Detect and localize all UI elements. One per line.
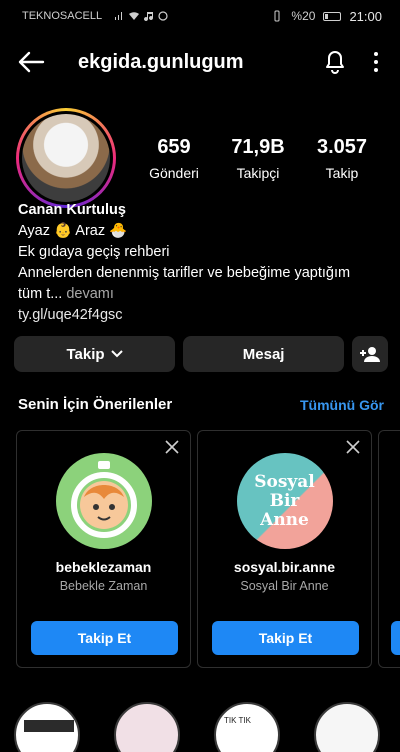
highlight-cover bbox=[24, 720, 74, 732]
suggestion-username[interactable]: sosyal.bir.anne bbox=[198, 559, 371, 575]
suggest-people-button[interactable] bbox=[352, 336, 388, 372]
profile-stats: 659 Gönderi 71,9B Takipçi 3.057 Takip bbox=[134, 136, 386, 181]
stat-following[interactable]: 3.057 Takip bbox=[302, 136, 382, 181]
arrow-left-icon bbox=[18, 51, 45, 73]
top-nav: ekgida.gunlugum bbox=[0, 40, 400, 84]
chevron-down-icon bbox=[110, 350, 123, 358]
suggestions-title: Senin İçin Önerilenler bbox=[18, 396, 173, 413]
bio-link[interactable]: ty.gl/uqe42f4gsc bbox=[18, 305, 388, 326]
stat-label: Gönderi bbox=[149, 164, 199, 181]
suggestion-username[interactable]: bebeklezaman bbox=[17, 559, 190, 575]
vibrate-icon bbox=[274, 10, 280, 22]
suggestion-avatar[interactable]: Sosyal Bir Anne bbox=[236, 453, 333, 549]
see-all-link[interactable]: Tümünü Gör bbox=[300, 397, 384, 413]
suggestion-card[interactable]: bebeklezaman Bebekle Zaman Takip Et bbox=[16, 430, 191, 668]
stat-label: Takip bbox=[325, 164, 359, 181]
follow-button-partial[interactable] bbox=[391, 621, 400, 655]
clock: 21:00 bbox=[349, 8, 382, 24]
back-button[interactable] bbox=[14, 45, 48, 79]
battery-percent: %20 bbox=[291, 9, 316, 23]
close-icon[interactable] bbox=[345, 439, 361, 455]
stat-value: 71,9B bbox=[231, 135, 285, 158]
more-vertical-icon bbox=[374, 52, 378, 72]
add-user-icon bbox=[360, 347, 381, 362]
avatar-border bbox=[19, 111, 113, 205]
message-label: Mesaj bbox=[242, 345, 285, 363]
profile-name: Canan Kurtuluş bbox=[18, 202, 126, 218]
signal-icon bbox=[115, 12, 123, 20]
highlight-item[interactable]: TIK TIK bbox=[214, 702, 280, 752]
close-icon[interactable] bbox=[164, 439, 180, 455]
baby-clock-icon bbox=[70, 461, 137, 538]
following-button[interactable]: Takip bbox=[14, 336, 176, 372]
highlight-item[interactable] bbox=[314, 702, 380, 752]
bio-line: Ek gıdaya geçiş rehberi bbox=[18, 244, 170, 260]
highlight-item[interactable] bbox=[14, 702, 80, 752]
suggestion-avatar[interactable] bbox=[55, 453, 152, 549]
more-options-button[interactable] bbox=[366, 45, 386, 79]
message-button[interactable]: Mesaj bbox=[183, 336, 345, 372]
highlight-item[interactable] bbox=[114, 702, 180, 752]
avatar-logo-text: Sosyal Bir Anne bbox=[254, 471, 315, 530]
profile-avatar[interactable] bbox=[16, 108, 116, 208]
carrier: TEKNOSACELL bbox=[22, 10, 168, 22]
carrier-name: TEKNOSACELL bbox=[22, 10, 103, 22]
suggestions-carousel[interactable]: bebeklezaman Bebekle Zaman Takip Et Sosy… bbox=[16, 430, 400, 670]
suggestion-fullname: Bebekle Zaman bbox=[59, 579, 148, 593]
stat-value: 659 bbox=[157, 135, 191, 158]
highlight-tag: TIK TIK bbox=[224, 716, 251, 725]
suggestions-header: Senin İçin Önerilenler Tümünü Gör bbox=[18, 396, 384, 413]
profile-actions: Takip Mesaj bbox=[14, 336, 388, 372]
avatar-image bbox=[22, 114, 110, 202]
status-icons bbox=[114, 11, 168, 21]
stat-followers[interactable]: 71,9B Takipçi bbox=[218, 136, 298, 181]
bio-truncated: tüm t... bbox=[18, 286, 63, 302]
profile-bio: Canan Kurtuluş Ayaz 👶 Araz 🐣 Ek gıdaya g… bbox=[18, 200, 388, 326]
bio-line: tüm t... devamı bbox=[18, 284, 388, 305]
stat-value: 3.057 bbox=[316, 135, 368, 158]
stat-label: Takipçi bbox=[236, 164, 280, 181]
bell-icon bbox=[326, 51, 344, 74]
wifi-icon bbox=[129, 12, 140, 20]
status-right: %20 21:00 bbox=[271, 9, 382, 24]
profile-header: 659 Gönderi 71,9B Takipçi 3.057 Takip bbox=[16, 108, 386, 208]
suggestion-card[interactable]: Sosyal Bir Anne sosyal.bir.anne Sosyal B… bbox=[197, 430, 372, 668]
notifications-button[interactable] bbox=[318, 45, 352, 79]
bio-line: Annelerden denenmiş tarifler ve bebeğime… bbox=[18, 265, 351, 281]
bio-line: Ayaz 👶 Araz 🐣 bbox=[18, 223, 128, 239]
stat-posts[interactable]: 659 Gönderi bbox=[134, 136, 214, 181]
whatsapp-icon bbox=[158, 11, 168, 21]
profile-username: ekgida.gunlugum bbox=[78, 50, 244, 73]
battery-icon bbox=[323, 11, 342, 21]
suggestion-card-partial[interactable] bbox=[378, 430, 400, 668]
follow-button[interactable]: Takip Et bbox=[212, 621, 359, 655]
story-highlights: TIK TIK bbox=[14, 702, 400, 752]
follow-button[interactable]: Takip Et bbox=[31, 621, 178, 655]
status-bar: TEKNOSACELL %20 21:00 bbox=[0, 0, 400, 32]
suggestion-fullname: Sosyal Bir Anne bbox=[240, 579, 329, 593]
bio-more-link[interactable]: devamı bbox=[66, 286, 114, 302]
following-label: Takip bbox=[66, 345, 105, 363]
music-icon bbox=[144, 12, 154, 21]
